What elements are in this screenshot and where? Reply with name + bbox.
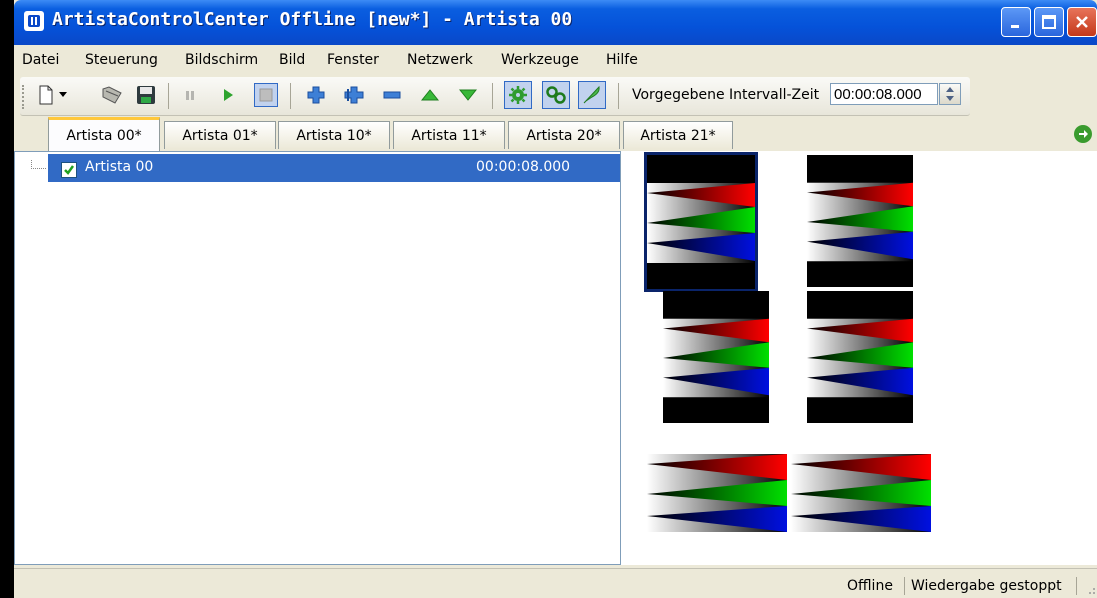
status-bar: Offline Wiedergabe gestoppt — [14, 568, 1097, 598]
preview-thumbnail[interactable] — [644, 152, 758, 292]
title-bar[interactable]: ArtistaControlCenter Offline [new*] - Ar… — [14, 0, 1097, 45]
tab-artista-21[interactable]: Artista 21* — [623, 121, 733, 149]
toolbar: Vorgegebene Intervall-Zeit — [20, 77, 970, 116]
add-button[interactable] — [304, 83, 328, 107]
test-pattern-image — [663, 291, 769, 423]
toolbar-grip[interactable] — [22, 85, 27, 109]
preview-thumbnail-wide[interactable] — [647, 454, 787, 532]
pause-button[interactable] — [178, 83, 202, 107]
new-document-icon — [39, 85, 53, 105]
interval-input[interactable] — [830, 83, 938, 105]
close-button[interactable] — [1067, 7, 1097, 37]
remove-button[interactable] — [380, 83, 404, 107]
checkmark-icon — [64, 165, 75, 175]
tab-artista-20[interactable]: Artista 20* — [508, 121, 620, 149]
interval-label: Vorgegebene Intervall-Zeit — [632, 87, 820, 103]
plus-icon — [307, 86, 325, 104]
tree-item-name: Artista 00 — [85, 159, 154, 175]
tree-item[interactable]: Artista 00 00:00:08.000 — [48, 154, 620, 182]
test-pattern-image — [807, 291, 913, 423]
test-pattern-image — [647, 155, 755, 289]
tab-artista-11[interactable]: Artista 11* — [393, 121, 505, 149]
app-icon[interactable] — [24, 11, 44, 31]
menu-netzwerk[interactable]: Netzwerk — [407, 52, 473, 68]
toolbar-separator — [290, 83, 291, 109]
menu-fenster[interactable]: Fenster — [327, 52, 379, 68]
gear-cluster-icon — [509, 86, 527, 104]
test-pattern-image — [791, 454, 931, 532]
close-icon — [1076, 16, 1088, 28]
arrow-down-icon — [459, 89, 477, 101]
test-pattern-image — [647, 454, 787, 532]
preview-thumbnail-wide[interactable] — [791, 454, 931, 532]
interval-spinner[interactable] — [939, 83, 961, 105]
arrow-right-icon — [1079, 130, 1088, 138]
maximize-button[interactable] — [1034, 7, 1064, 37]
preview-panel — [621, 151, 1097, 565]
linked-gears-icon — [546, 86, 566, 104]
screen-tree: Artista 00 00:00:08.000 — [14, 151, 621, 565]
new-dropdown-button[interactable] — [56, 83, 70, 107]
tab-artista-01[interactable]: Artista 01* — [164, 121, 276, 149]
preview-thumbnail[interactable] — [663, 291, 769, 423]
network-button[interactable] — [504, 81, 532, 109]
save-disk-icon — [137, 86, 155, 104]
spinner-arrows-icon — [946, 87, 954, 101]
preview-thumbnail[interactable] — [807, 291, 913, 423]
tree-item-checkbox[interactable] — [61, 162, 77, 178]
status-connection: Offline — [847, 578, 893, 594]
status-separator — [904, 577, 905, 595]
menu-hilfe[interactable]: Hilfe — [606, 52, 638, 68]
menu-werkzeuge[interactable]: Werkzeuge — [501, 52, 579, 68]
insert-button[interactable] — [342, 83, 366, 107]
minimize-icon — [1011, 25, 1019, 28]
tab-artista-10[interactable]: Artista 10* — [278, 121, 390, 149]
menu-datei[interactable]: Datei — [22, 52, 59, 68]
feather-pen-icon — [583, 85, 600, 104]
menu-bar: Datei Steuerung Bildschirm Bild Fenster … — [14, 45, 1097, 75]
stop-icon — [259, 88, 273, 102]
play-button[interactable] — [216, 83, 240, 107]
edit-button[interactable] — [578, 81, 606, 109]
save-button[interactable] — [134, 83, 158, 107]
chevron-down-icon — [59, 92, 67, 97]
arrow-up-icon — [421, 89, 439, 101]
tab-scroll-button[interactable] — [1074, 125, 1092, 143]
minus-icon — [383, 91, 401, 99]
open-folder-icon — [102, 86, 122, 104]
window-title: ArtistaControlCenter Offline [new*] - Ar… — [52, 9, 573, 30]
resize-grip-icon[interactable] — [1084, 583, 1096, 595]
move-up-button[interactable] — [418, 83, 442, 107]
toolbar-separator — [492, 83, 493, 109]
tab-artista-00[interactable]: Artista 00* — [48, 117, 160, 151]
menu-steuerung[interactable]: Steuerung — [85, 52, 158, 68]
maximize-icon — [1042, 15, 1056, 29]
preview-thumbnail[interactable] — [807, 155, 913, 287]
new-button[interactable] — [34, 83, 58, 107]
insert-plus-icon — [344, 86, 364, 104]
play-icon — [224, 89, 233, 101]
move-down-button[interactable] — [456, 83, 480, 107]
minimize-button[interactable] — [1001, 7, 1031, 37]
test-pattern-image — [807, 155, 913, 287]
sync-button[interactable] — [542, 81, 570, 109]
tree-item-time: 00:00:08.000 — [476, 159, 571, 175]
toolbar-separator — [168, 83, 169, 109]
open-button[interactable] — [100, 83, 124, 107]
tab-bar: Artista 00* Artista 01* Artista 10* Arti… — [14, 117, 1097, 151]
stop-button[interactable] — [254, 83, 278, 107]
tree-connector — [31, 160, 46, 169]
menu-bild[interactable]: Bild — [279, 52, 305, 68]
status-playback: Wiedergabe gestoppt — [911, 578, 1062, 594]
status-separator — [1076, 577, 1077, 595]
toolbar-separator — [618, 83, 619, 109]
pause-icon — [186, 91, 194, 100]
menu-bildschirm[interactable]: Bildschirm — [185, 52, 258, 68]
application-window: ArtistaControlCenter Offline [new*] - Ar… — [14, 0, 1097, 598]
